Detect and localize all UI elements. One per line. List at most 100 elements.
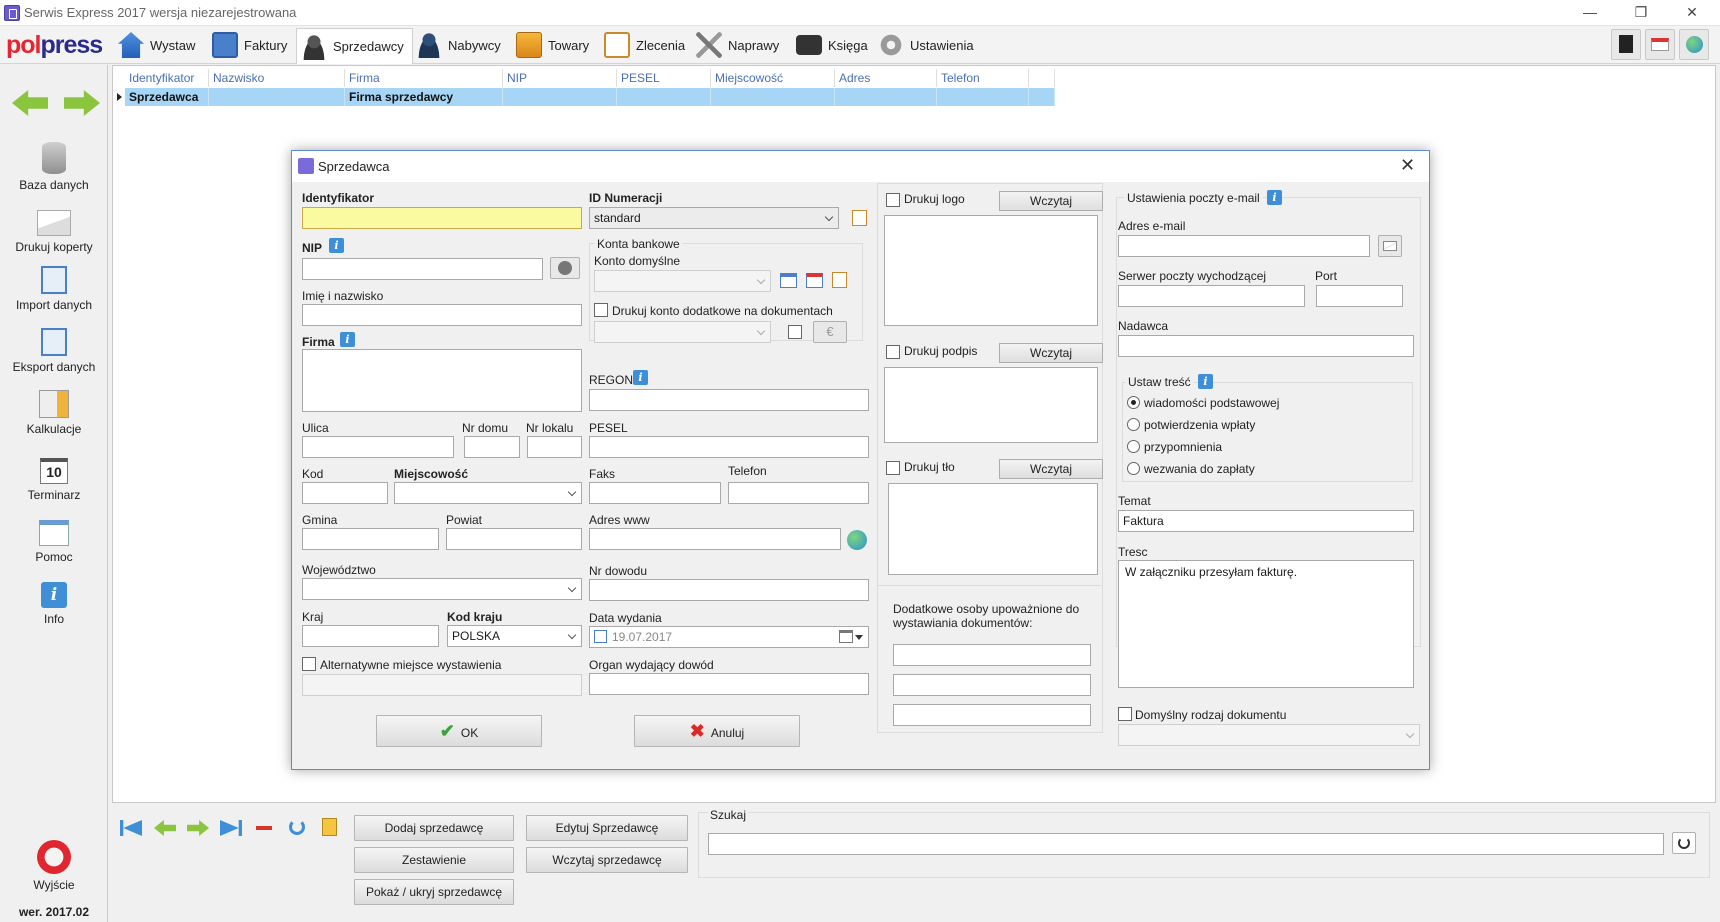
- tab-ksiega[interactable]: Księga: [792, 28, 876, 62]
- tab-naprawy[interactable]: Naprawy: [692, 28, 787, 62]
- nr-domu-input[interactable]: [464, 436, 520, 458]
- minimize-button[interactable]: —: [1567, 0, 1613, 26]
- regon-input[interactable]: [589, 389, 869, 411]
- refresh-icon[interactable]: [289, 819, 305, 835]
- extra-person-input-2[interactable]: [893, 674, 1091, 696]
- extra-person-input-3[interactable]: [893, 704, 1091, 726]
- default-doc-checkbox[interactable]: [1118, 707, 1132, 721]
- globe-icon[interactable]: [1679, 29, 1709, 60]
- dialog-close-icon[interactable]: ✕: [1400, 155, 1415, 176]
- email-info-icon[interactable]: i: [1267, 190, 1282, 205]
- firma-info-icon[interactable]: i: [340, 332, 355, 347]
- load-logo-button[interactable]: Wczytaj: [999, 191, 1103, 211]
- nr-dowodu-input[interactable]: [589, 579, 869, 601]
- column-header-pesel[interactable]: PESEL: [617, 69, 711, 87]
- open-www-globe-icon[interactable]: [847, 530, 867, 550]
- sidebar-item-import[interactable]: Import danych: [0, 266, 108, 312]
- euro-checkbox[interactable]: [788, 325, 802, 339]
- sidebar-item-koperty[interactable]: Drukuj koperty: [0, 204, 108, 254]
- miejscowosc-combo[interactable]: [394, 482, 582, 504]
- pesel-input[interactable]: [589, 436, 869, 458]
- sidebar-item-eksport[interactable]: Eksport danych: [0, 328, 108, 374]
- sidebar-item-kalkulacje[interactable]: Kalkulacje: [0, 390, 108, 436]
- email-address-input[interactable]: [1118, 235, 1370, 257]
- column-header-adres[interactable]: Adres: [835, 69, 937, 87]
- next-record-icon[interactable]: [187, 820, 209, 836]
- ok-button[interactable]: ✔ OK: [376, 715, 542, 747]
- powiat-input[interactable]: [446, 528, 582, 550]
- firma-input[interactable]: [302, 349, 582, 412]
- id-numeracji-combo[interactable]: standard: [589, 207, 839, 229]
- edit-account-icon[interactable]: [832, 272, 847, 288]
- nip-info-icon[interactable]: i: [329, 238, 344, 253]
- ulica-input[interactable]: [302, 436, 454, 458]
- sidebar-item-baza[interactable]: Baza danych: [0, 142, 108, 192]
- smtp-input[interactable]: [1118, 285, 1305, 307]
- gus-lookup-button[interactable]: [550, 257, 580, 279]
- sidebar-item-info[interactable]: i Info: [0, 576, 108, 626]
- data-wydania-checkbox[interactable]: [594, 630, 607, 643]
- drukuj-konto-checkbox[interactable]: [594, 303, 608, 317]
- cancel-button[interactable]: ✖ Anuluj: [634, 715, 800, 747]
- extra-person-input-1[interactable]: [893, 644, 1091, 666]
- table-cell[interactable]: [937, 88, 1029, 106]
- nr-lokalu-input[interactable]: [527, 436, 582, 458]
- exit-button[interactable]: Wyjście: [0, 840, 108, 892]
- date-dropdown-icon[interactable]: [855, 635, 863, 640]
- search-input[interactable]: [708, 833, 1664, 855]
- column-header-identyfikator[interactable]: Identyfikator: [125, 69, 209, 87]
- first-record-icon[interactable]: [120, 820, 142, 836]
- add-account-icon[interactable]: [780, 273, 797, 288]
- jpk-icon[interactable]: [1611, 29, 1641, 60]
- table-cell[interactable]: [503, 88, 617, 106]
- last-record-icon[interactable]: [220, 820, 242, 836]
- load-signature-button[interactable]: Wczytaj: [999, 343, 1103, 363]
- column-header-miejscowosc[interactable]: Miejscowość: [711, 69, 835, 87]
- back-arrow-icon[interactable]: [12, 90, 48, 116]
- kraj-input[interactable]: [302, 625, 439, 647]
- alt-miejsce-checkbox[interactable]: [302, 657, 316, 671]
- subject-input[interactable]: Faktura: [1118, 510, 1414, 532]
- close-window-button[interactable]: ✕: [1669, 0, 1715, 26]
- date-picker-icon[interactable]: [839, 630, 853, 643]
- search-refresh-button[interactable]: [1672, 832, 1696, 854]
- radio-basic-message[interactable]: [1127, 396, 1140, 409]
- data-wydania-input[interactable]: 19.07.2017: [589, 626, 869, 648]
- drukuj-podpis-checkbox[interactable]: [886, 345, 900, 359]
- column-header-nip[interactable]: NIP: [503, 69, 617, 87]
- logo-preview[interactable]: [884, 215, 1098, 326]
- content-info-icon[interactable]: i: [1198, 374, 1213, 389]
- remove-account-icon[interactable]: [806, 273, 823, 288]
- tab-faktury[interactable]: Faktury: [208, 28, 295, 62]
- load-background-button[interactable]: Wczytaj: [999, 459, 1103, 479]
- background-preview[interactable]: [888, 483, 1098, 575]
- adres-www-input[interactable]: [589, 528, 841, 550]
- alt-miejsce-input[interactable]: [302, 674, 582, 696]
- calendar-red-icon[interactable]: [1645, 29, 1675, 60]
- tab-zlecenia[interactable]: Zlecenia: [600, 28, 693, 62]
- imie-input[interactable]: [302, 304, 582, 326]
- column-header-telefon[interactable]: Telefon: [937, 69, 1029, 87]
- organ-input[interactable]: [589, 673, 869, 695]
- regon-info-icon[interactable]: i: [633, 370, 648, 385]
- table-cell[interactable]: [835, 88, 937, 106]
- table-cell[interactable]: Sprzedawca: [125, 88, 209, 106]
- delete-record-icon[interactable]: [256, 826, 272, 830]
- sender-input[interactable]: [1118, 335, 1414, 357]
- send-test-email-button[interactable]: [1378, 235, 1402, 257]
- table-cell[interactable]: [617, 88, 711, 106]
- restore-button[interactable]: ❐: [1618, 0, 1664, 26]
- konto-domyslne-combo[interactable]: [594, 270, 771, 292]
- prev-record-icon[interactable]: [154, 820, 176, 836]
- table-cell[interactable]: Firma sprzedawcy: [345, 88, 503, 106]
- toggle-seller-button[interactable]: Pokaż / ukryj sprzedawcę: [354, 879, 514, 905]
- drukuj-tlo-checkbox[interactable]: [886, 461, 900, 475]
- column-header-nazwisko[interactable]: Nazwisko: [209, 69, 345, 87]
- faks-input[interactable]: [589, 482, 721, 504]
- drukuj-logo-checkbox[interactable]: [886, 193, 900, 207]
- identyfikator-input[interactable]: [302, 207, 582, 229]
- edit-numeracja-icon[interactable]: [852, 210, 867, 226]
- telefon-input[interactable]: [728, 482, 869, 504]
- signature-preview[interactable]: [884, 367, 1098, 443]
- table-cell[interactable]: [209, 88, 345, 106]
